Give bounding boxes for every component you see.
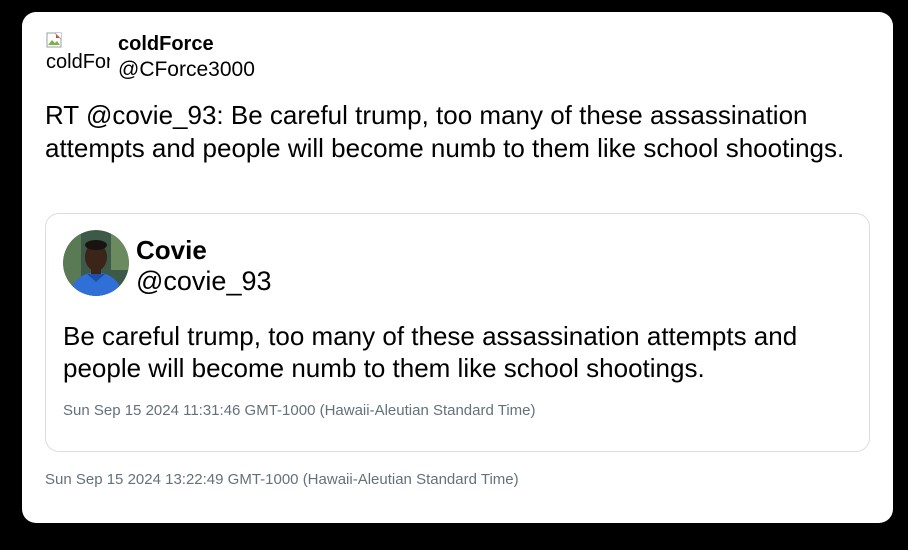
avatar-alt-text: coldForce: [46, 51, 110, 73]
quoted-avatar[interactable]: [63, 230, 129, 296]
quoted-user-handle[interactable]: @covie_93: [136, 266, 272, 297]
quoted-timestamp[interactable]: Sun Sep 15 2024 11:31:46 GMT-1000 (Hawai…: [63, 402, 536, 419]
tweet-text: RT @covie_93: Be careful trump, too many…: [45, 100, 845, 163]
display-name[interactable]: coldForce: [118, 33, 214, 56]
quoted-tweet-text: Be careful trump, too many of these assa…: [63, 321, 798, 383]
tweet-card: coldForce coldForce @CForce3000 RT @covi…: [22, 12, 893, 523]
profile-photo-icon: [63, 230, 129, 296]
user-handle[interactable]: @CForce3000: [118, 58, 255, 82]
broken-image-icon: [46, 32, 62, 48]
avatar[interactable]: coldForce: [46, 32, 110, 74]
tweet-timestamp[interactable]: Sun Sep 15 2024 13:22:49 GMT-1000 (Hawai…: [45, 471, 519, 488]
quoted-tweet[interactable]: Covie @covie_93 Be careful trump, too ma…: [45, 213, 870, 452]
quoted-display-name[interactable]: Covie: [136, 235, 207, 266]
